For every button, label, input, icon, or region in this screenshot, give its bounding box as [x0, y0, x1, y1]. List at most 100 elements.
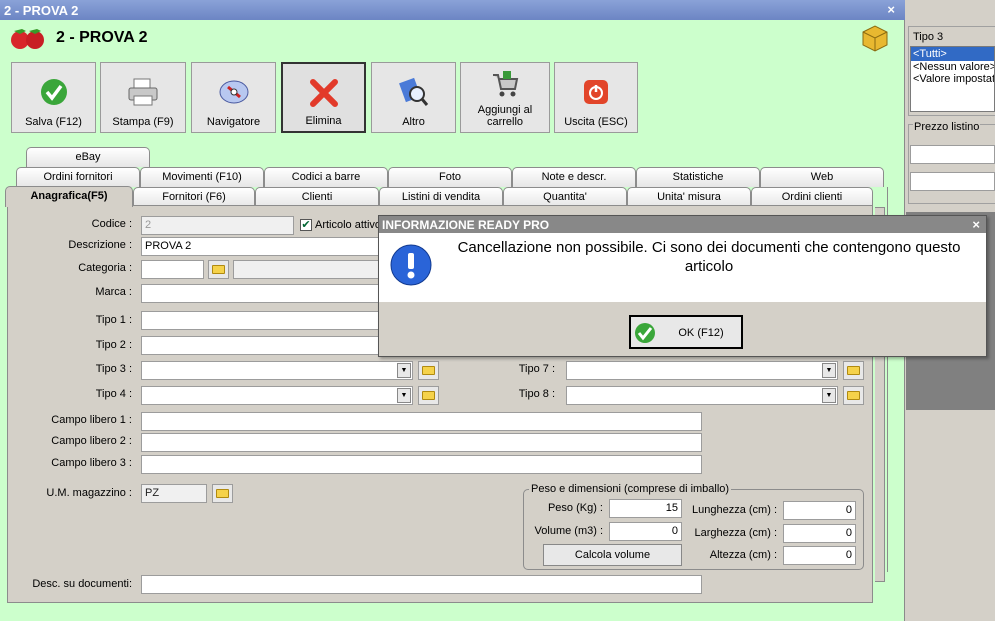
peso-field[interactable]: 15 [609, 499, 682, 518]
navigator-button-label: Navigatore [206, 116, 261, 128]
dialog-title: INFORMAZIONE READY PRO [382, 218, 550, 232]
print-button-label: Stampa (F9) [112, 116, 174, 128]
dialog-body: Cancellazione non possibile. Ci sono dei… [379, 233, 986, 302]
tipo7-folder-icon[interactable] [843, 361, 864, 380]
tipo7-select[interactable]: ▼ [566, 361, 838, 380]
articolo-attivo-label: Articolo attivo [315, 219, 382, 231]
tab-anagrafica[interactable]: Anagrafica(F5) [5, 186, 133, 207]
categoria-folder-icon[interactable] [208, 260, 229, 279]
add-to-cart-button[interactable]: Aggiungi al carrello [460, 62, 550, 133]
larghezza-label: Larghezza (cm) : [694, 527, 777, 539]
lunghezza-field[interactable]: 0 [783, 501, 856, 520]
altezza-field[interactable]: 0 [783, 546, 856, 565]
tab-web[interactable]: Web [760, 167, 884, 187]
cart-icon [461, 67, 549, 101]
prezzo-listino-label: Prezzo listino [913, 121, 981, 133]
info-exclamation-icon [389, 243, 433, 287]
campo-libero-3-label: Campo libero 3 : [51, 457, 132, 469]
categoria-desc-field [233, 260, 381, 279]
desc-documenti-label: Desc. su documenti: [32, 578, 132, 590]
campo-libero-3-field[interactable] [141, 455, 702, 474]
tab-fornitori[interactable]: Fornitori (F6) [133, 187, 255, 207]
chevron-down-icon[interactable]: ▼ [822, 388, 836, 403]
campo-libero-2-label: Campo libero 2 : [51, 435, 132, 447]
list-item[interactable]: <Nessun valore> [911, 61, 994, 73]
tipo2-label: Tipo 2 : [95, 339, 132, 351]
delete-button[interactable]: Elimina [281, 62, 366, 133]
list-item[interactable]: <Valore impostato> [911, 73, 994, 85]
tipo4-select[interactable]: ▼ [141, 386, 413, 405]
more-button[interactable]: Altro [371, 62, 456, 133]
tipo4-folder-icon[interactable] [418, 386, 439, 405]
tab-clienti[interactable]: Clienti [255, 187, 379, 207]
categoria-code-field[interactable] [141, 260, 204, 279]
tipo2-select[interactable] [141, 336, 381, 355]
navigator-button[interactable]: Navigatore [191, 62, 276, 133]
page-title: 2 - PROVA 2 [56, 29, 148, 46]
tab-foto[interactable]: Foto [388, 167, 512, 187]
marca-field[interactable] [141, 284, 381, 303]
tipo3-filter-label: Tipo 3 [913, 31, 944, 43]
tab-ebay[interactable]: eBay [26, 147, 150, 167]
tab-listini[interactable]: Listini di vendita [379, 187, 503, 207]
tipo1-label: Tipo 1 : [95, 314, 132, 326]
tipo1-select[interactable] [141, 311, 381, 330]
exit-button-label: Uscita (ESC) [564, 116, 628, 128]
ok-button[interactable]: OK (F12) [629, 315, 743, 349]
tab-ordini-fornitori[interactable]: Ordini fornitori [16, 167, 140, 187]
altezza-label: Altezza (cm) : [709, 549, 777, 561]
window-close-icon[interactable]: × [887, 2, 895, 17]
tab-movimenti[interactable]: Movimenti (F10) [140, 167, 264, 187]
dialog-message: Cancellazione non possibile. Ci sono dei… [457, 239, 961, 275]
chevron-down-icon[interactable]: ▼ [397, 388, 411, 403]
prezzo-max-field[interactable] [910, 172, 995, 191]
print-button[interactable]: Stampa (F9) [100, 62, 186, 133]
campo-libero-2-field[interactable] [141, 433, 702, 452]
chevron-down-icon[interactable]: ▼ [822, 363, 836, 378]
tab-codici-a-barre[interactable]: Codici a barre [264, 167, 388, 187]
window-title: 2 - PROVA 2 [4, 3, 79, 18]
descrizione-field[interactable]: PROVA 2 [141, 237, 381, 256]
prezzo-min-field[interactable] [910, 145, 995, 164]
descrizione-label: Descrizione : [68, 239, 132, 251]
chevron-down-icon[interactable]: ▼ [397, 363, 411, 378]
list-item[interactable]: <Tutti> [911, 47, 994, 61]
compass-icon [192, 75, 275, 109]
magnifier-icon [372, 75, 455, 109]
dialog-titlebar: INFORMAZIONE READY PRO [379, 216, 986, 233]
tab-ordini-clienti[interactable]: Ordini clienti [751, 187, 873, 207]
codice-label: Codice : [91, 218, 132, 230]
tipo8-folder-icon[interactable] [843, 386, 864, 405]
tab-unita-misura[interactable]: Unita' misura [627, 187, 751, 207]
um-magazzino-field[interactable]: PZ [141, 484, 207, 503]
marca-label: Marca : [95, 286, 132, 298]
codice-field[interactable]: 2 [141, 216, 294, 235]
tipo8-label: Tipo 8 : [518, 388, 555, 400]
delete-x-icon [283, 76, 364, 110]
tipo3-select[interactable]: ▼ [141, 361, 413, 380]
more-button-label: Altro [402, 116, 425, 128]
tipo3-folder-icon[interactable] [418, 361, 439, 380]
delete-button-label: Elimina [305, 115, 342, 127]
um-magazzino-label: U.M. magazzino : [46, 487, 132, 499]
volume-field[interactable]: 0 [609, 522, 682, 541]
articolo-attivo-checkbox[interactable]: ✔ [300, 219, 312, 231]
exit-button[interactable]: Uscita (ESC) [554, 62, 638, 133]
tab-statistiche[interactable]: Statistiche [636, 167, 760, 187]
campo-libero-1-field[interactable] [141, 412, 702, 431]
um-folder-icon[interactable] [212, 484, 233, 503]
calcola-volume-button[interactable]: Calcola volume [543, 544, 682, 566]
strawberry-logo-icon [8, 26, 46, 50]
larghezza-field[interactable]: 0 [783, 524, 856, 543]
dialog-close-icon[interactable]: × [972, 217, 980, 232]
tipo8-select[interactable]: ▼ [566, 386, 838, 405]
check-icon [634, 322, 656, 344]
tab-quantita[interactable]: Quantita' [503, 187, 627, 207]
ok-button-label: OK (F12) [678, 327, 724, 339]
save-button-label: Salva (F12) [25, 116, 82, 128]
lunghezza-label: Lunghezza (cm) : [692, 504, 777, 516]
tab-note[interactable]: Note e descr. [512, 167, 636, 187]
desc-documenti-field[interactable] [141, 575, 702, 594]
tipo3-filter-list[interactable]: <Tutti> <Nessun valore> <Valore impostat… [910, 46, 995, 112]
save-button[interactable]: Salva (F12) [11, 62, 96, 133]
